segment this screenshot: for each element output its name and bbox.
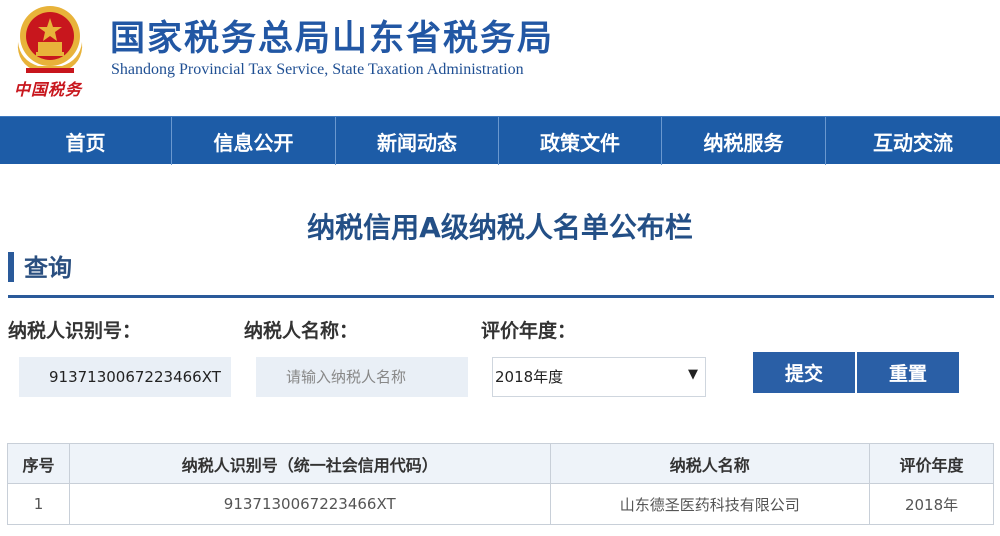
taxpayer-id-label: 纳税人识别号： <box>8 320 142 342</box>
column-header-taxpayer-name: 纳税人名称 <box>549 443 871 484</box>
chevron-down-icon[interactable]: ▼ <box>688 368 702 382</box>
evaluation-year-select[interactable]: 2018年度 <box>492 357 706 397</box>
emblem-caption: 中国税务 <box>14 80 83 99</box>
nav-item-interaction[interactable]: 互动交流 <box>826 117 1000 165</box>
site-header: 中国税务 国家税务总局山东省税务局 Shandong Provincial Ta… <box>0 0 1000 116</box>
nav-item-news[interactable]: 新闻动态 <box>336 117 499 165</box>
page-title: 纳税信用A级纳税人名单公布栏 <box>307 211 693 244</box>
nav-item-tax-service[interactable]: 纳税服务 <box>662 117 826 165</box>
nav-item-home[interactable]: 首页 <box>0 117 172 165</box>
cell-year: 2018年 <box>869 483 994 525</box>
query-section-header: 查询 <box>8 246 994 298</box>
main-nav: 首页 信息公开 新闻动态 政策文件 纳税服务 互动交流 <box>0 116 1000 165</box>
reset-button[interactable]: 重置 <box>857 352 959 393</box>
site-subtitle: Shandong Provincial Tax Service, State T… <box>111 61 524 78</box>
site-title[interactable]: 国家税务总局山东省税务局 <box>110 10 554 61</box>
cell-taxpayer-name: 山东德圣医药科技有限公司 <box>549 483 871 525</box>
results-table: 序号 纳税人识别号（统一社会信用代码） 纳税人名称 评价年度 1 9137130… <box>7 443 994 525</box>
evaluation-year-label: 评价年度： <box>481 320 577 342</box>
nav-item-info-disclosure[interactable]: 信息公开 <box>172 117 336 165</box>
taxpayer-name-label: 纳税人名称： <box>244 320 359 342</box>
column-header-year: 评价年度 <box>869 443 994 484</box>
section-accent-bar <box>8 252 14 282</box>
taxpayer-id-input[interactable] <box>19 357 231 397</box>
submit-button[interactable]: 提交 <box>753 352 855 393</box>
table-header-row: 序号 纳税人识别号（统一社会信用代码） 纳税人名称 评价年度 <box>7 443 994 484</box>
cell-seq: 1 <box>7 483 70 525</box>
column-header-taxpayer-id: 纳税人识别号（统一社会信用代码） <box>68 443 551 484</box>
column-header-seq: 序号 <box>7 443 70 484</box>
taxpayer-name-input[interactable] <box>256 357 468 397</box>
section-label: 查询 <box>24 254 72 282</box>
nav-item-policy[interactable]: 政策文件 <box>499 117 662 165</box>
table-row: 1 9137130067223466XT 山东德圣医药科技有限公司 2018年 <box>7 483 994 525</box>
cell-taxpayer-id: 9137130067223466XT <box>68 483 551 525</box>
